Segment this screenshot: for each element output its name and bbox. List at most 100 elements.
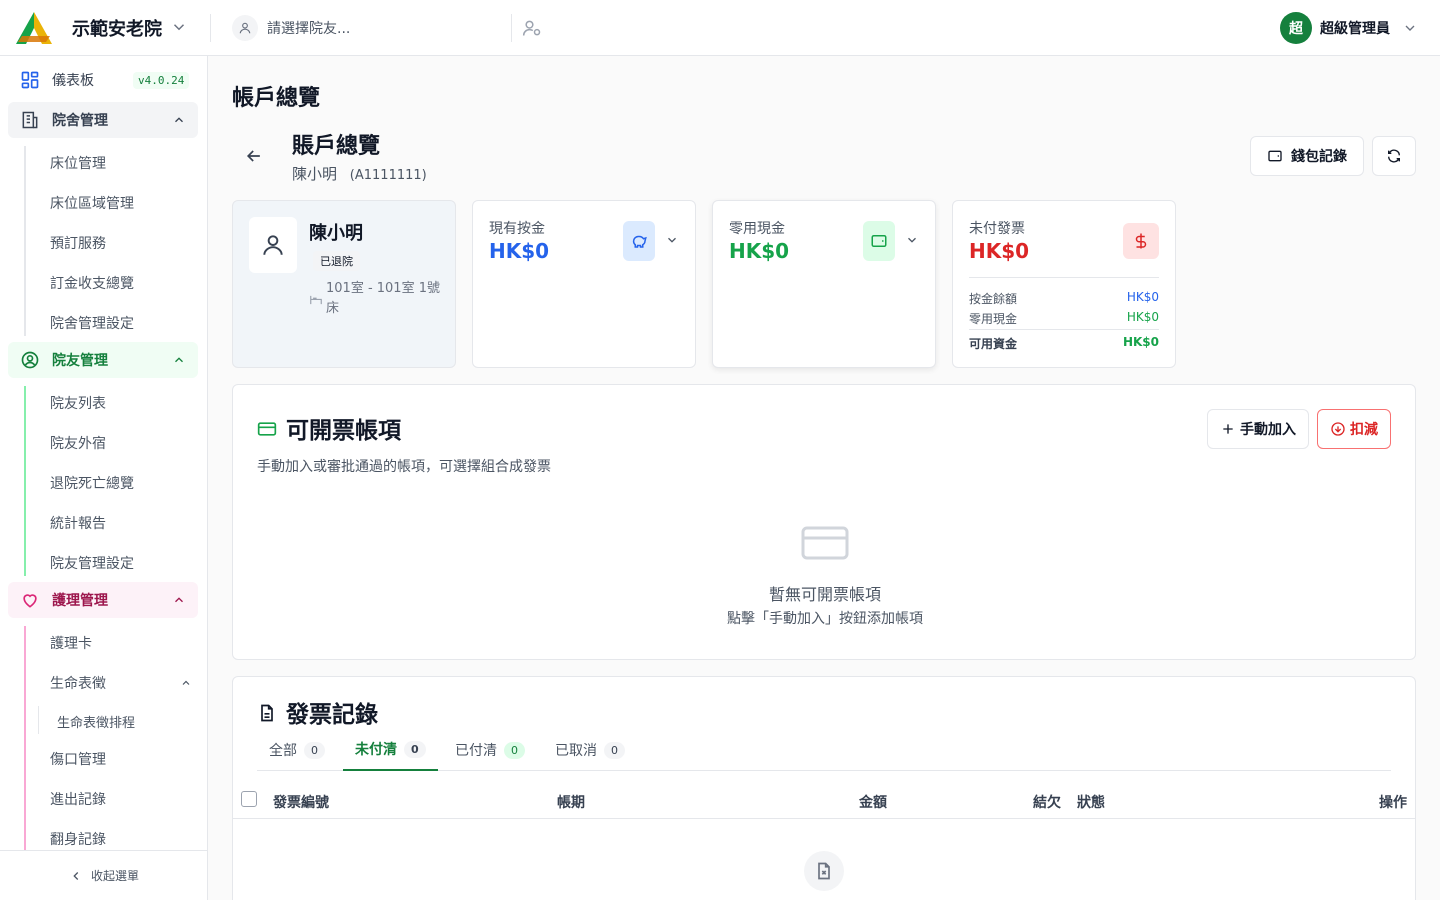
divider	[233, 818, 1415, 819]
deposit-card[interactable]: 現有按金 HK$0	[472, 200, 696, 368]
sidebar-item-resident-leave[interactable]: 院友外宿	[50, 433, 106, 453]
petty-cash-value: HK$0	[729, 239, 790, 263]
avatar: 超	[1280, 12, 1312, 44]
wallet-icon	[863, 221, 895, 261]
petty-cash-card[interactable]: 零用現金 HK$0	[712, 200, 936, 368]
sidebar-item-vital-signs[interactable]: 生命表徵	[50, 673, 106, 693]
piggy-bank-icon	[623, 221, 655, 261]
sidebar: 儀表板 v4.0.24 院舍管理 床位管理 床位區域管理 預訂服務 訂金收支總覽…	[0, 56, 208, 900]
sidebar-group-residents[interactable]: 院友管理	[8, 342, 198, 378]
petty-cash-label: 零用現金	[729, 221, 785, 237]
resident-profile-card: 陳小明 已退院 101室 - 101室 1號床	[232, 200, 456, 368]
tab-unpaid[interactable]: 未付清 0	[343, 729, 438, 771]
profile-name: 陳小明	[309, 223, 363, 244]
user-menu[interactable]: 超 超級管理員	[1280, 12, 1418, 44]
sidebar-item-label: 儀表板	[52, 73, 94, 89]
sidebar-group-label: 院友管理	[52, 353, 108, 369]
section-title: 發票記錄	[286, 702, 378, 728]
sidebar-item-in-out[interactable]: 進出記錄	[50, 789, 106, 809]
dollar-icon	[1123, 223, 1159, 259]
sidebar-item-wounds[interactable]: 傷口管理	[50, 749, 106, 769]
column-header[interactable]: 發票編號	[273, 792, 329, 812]
row-value: HK$0	[1126, 310, 1159, 324]
sidebar-item-bed-zones[interactable]: 床位區域管理	[50, 193, 134, 213]
deposit-label: 現有按金	[489, 221, 545, 237]
sidebar-item-booking[interactable]: 預訂服務	[50, 233, 106, 253]
section-description: 手動加入或審批通過的帳項，可選擇組合成發票	[257, 459, 551, 475]
sidebar-item-resident-settings[interactable]: 院友管理設定	[50, 553, 134, 573]
tab-cancelled[interactable]: 已取消 0	[555, 729, 625, 771]
chevron-down-icon[interactable]	[170, 18, 188, 36]
page-title: 帳戶總覽	[232, 86, 321, 111]
collapse-menu-button[interactable]: 收起選單	[0, 850, 208, 900]
divider	[969, 277, 1159, 278]
refresh-button[interactable]	[1372, 136, 1416, 176]
sidebar-group-label: 護理管理	[52, 593, 108, 609]
main-content: 帳戶總覽 賬戶總覽 陳小明 (A1111111) 錢包記錄 陳小明 已退院 10…	[208, 56, 1440, 900]
divider	[210, 14, 211, 42]
wallet-records-button[interactable]: 錢包記錄	[1250, 136, 1364, 176]
column-header[interactable]: 帳期	[557, 792, 585, 812]
column-header[interactable]: 金額	[859, 792, 887, 812]
sidebar-item-nursing-card[interactable]: 護理卡	[50, 633, 92, 653]
chevron-up-icon[interactable]	[180, 677, 192, 689]
logo-icon	[16, 12, 52, 44]
column-header[interactable]: 狀態	[1077, 792, 1105, 812]
account-title: 賬戶總覽	[292, 134, 381, 159]
empty-state-hint: 點擊「手動加入」按鈕添加帳項	[727, 611, 923, 627]
unpaid-label: 未付發票	[969, 221, 1025, 237]
resident-placeholder: 請選擇院友...	[267, 21, 351, 37]
refresh-icon	[1388, 149, 1400, 163]
user-icon	[249, 217, 297, 273]
dashboard-icon	[21, 71, 39, 89]
tab-label: 已取消	[555, 743, 597, 759]
manual-add-button[interactable]: 手動加入	[1207, 409, 1309, 449]
arrow-left-icon[interactable]	[244, 146, 264, 166]
resident-name: 陳小明	[292, 165, 338, 183]
deposit-value: HK$0	[489, 239, 550, 263]
sidebar-item-turning[interactable]: 翻身記錄	[50, 829, 106, 849]
top-bar: 示範安老院 請選擇院友... 超 超級管理員	[0, 0, 1440, 56]
chevron-left-icon	[73, 871, 79, 880]
sidebar-item-deposit-overview[interactable]: 訂金收支總覽	[50, 273, 134, 293]
bed-icon	[310, 295, 322, 305]
resident-selector[interactable]: 請選擇院友...	[232, 14, 508, 42]
sidebar-item-statistics[interactable]: 統計報告	[50, 513, 106, 533]
unpaid-value: HK$0	[969, 239, 1030, 263]
tab-all[interactable]: 全部 0	[269, 729, 325, 771]
row-label: 按金餘額	[969, 292, 1018, 306]
heart-icon	[23, 594, 37, 608]
sidebar-item-resident-list[interactable]: 院友列表	[50, 393, 106, 413]
org-name[interactable]: 示範安老院	[72, 15, 162, 41]
select-all-checkbox[interactable]	[241, 791, 257, 807]
chevron-up-icon	[175, 117, 183, 123]
plus-icon	[1223, 424, 1233, 434]
credit-card-icon	[257, 422, 277, 436]
building-icon	[22, 111, 38, 129]
tab-paid[interactable]: 已付清 0	[455, 729, 525, 771]
tree-line	[24, 386, 26, 576]
user-settings-icon[interactable]	[522, 18, 542, 38]
sidebar-item-vital-schedule[interactable]: 生命表徵排程	[57, 712, 135, 731]
sidebar-group-nursing[interactable]: 護理管理	[8, 582, 198, 618]
chevron-down-icon[interactable]	[665, 233, 679, 247]
resident-id: (A1111111)	[349, 168, 427, 183]
row-value: HK$0	[1126, 290, 1159, 304]
deduct-button[interactable]: 扣減	[1317, 409, 1391, 449]
status-badge: 已退院	[313, 251, 360, 271]
sidebar-item-facility-settings[interactable]: 院舍管理設定	[50, 313, 134, 333]
sidebar-item-beds[interactable]: 床位管理	[50, 153, 106, 173]
column-header[interactable]: 結欠	[1033, 792, 1061, 812]
tab-count: 0	[304, 741, 325, 759]
empty-state-title: 暫無可開票帳項	[768, 585, 881, 604]
account-subtitle: 陳小明 (A1111111)	[292, 163, 427, 184]
sidebar-item-dashboard[interactable]: 儀表板 v4.0.24	[8, 62, 198, 98]
tab-label: 未付清	[355, 742, 397, 758]
user-icon	[232, 15, 258, 41]
sidebar-group-facility[interactable]: 院舍管理	[8, 102, 198, 138]
sidebar-item-discharge-overview[interactable]: 退院死亡總覽	[50, 473, 134, 493]
file-x-icon	[804, 851, 844, 891]
chevron-down-icon[interactable]	[905, 233, 919, 247]
sidebar-group-label: 院舍管理	[52, 113, 108, 129]
column-header: 操作	[1379, 795, 1407, 811]
